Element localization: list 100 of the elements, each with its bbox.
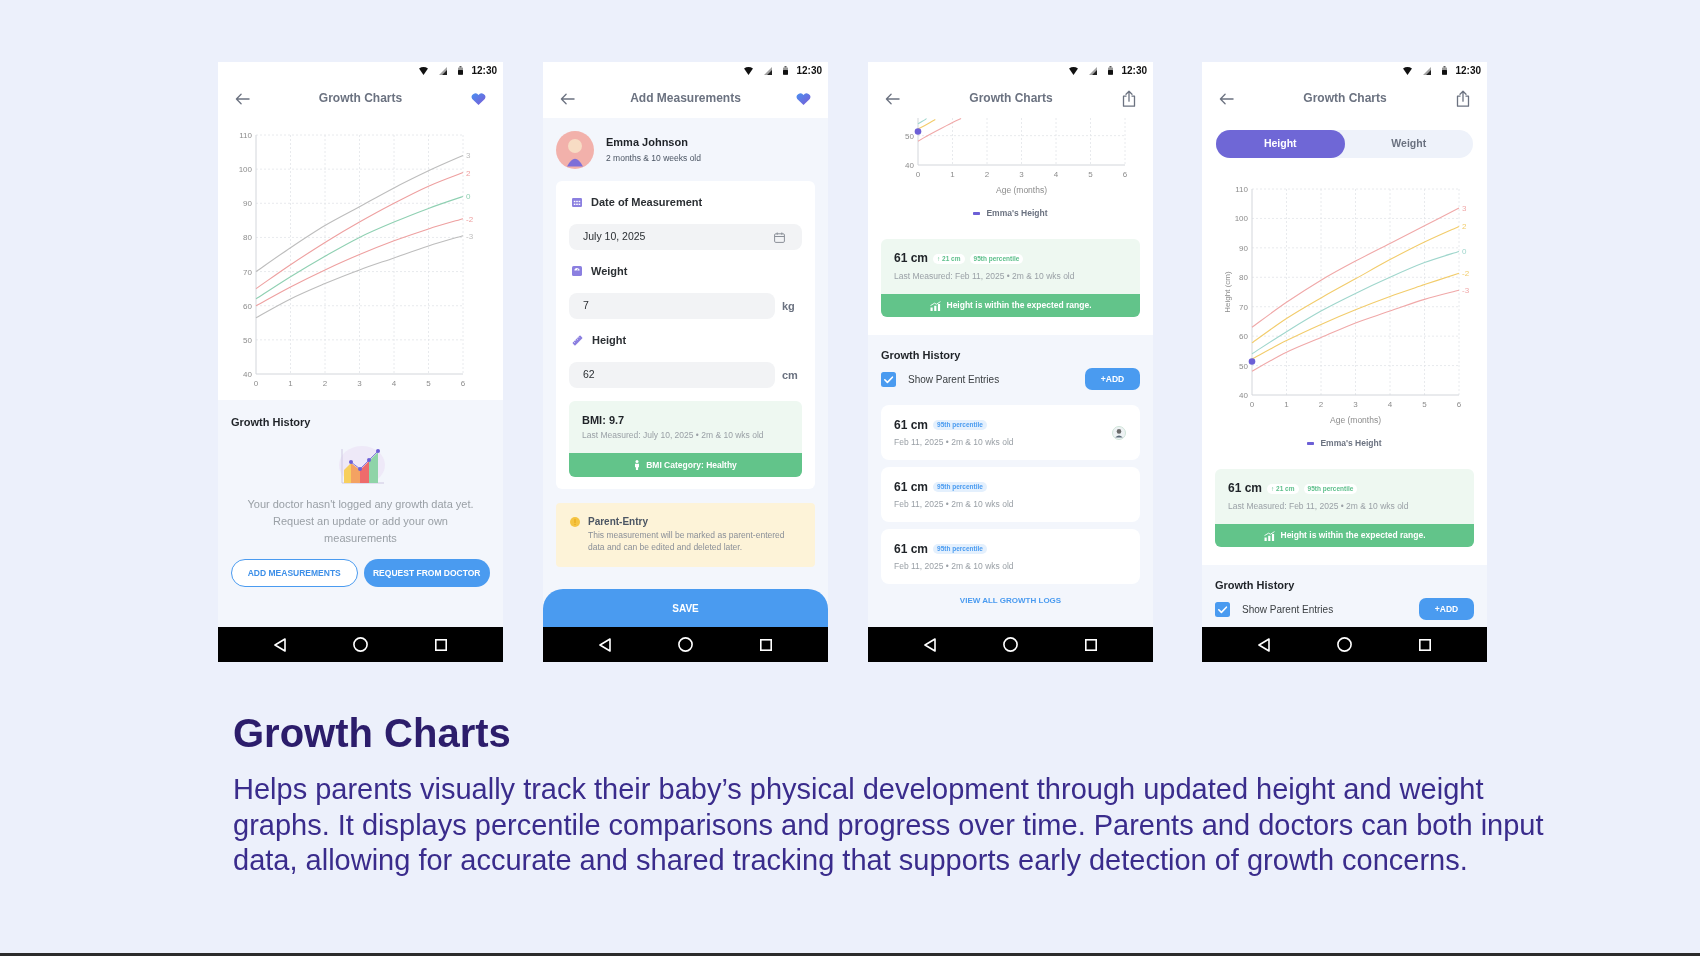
battery-icon [1108, 66, 1114, 75]
x-axis-label: 0 [1249, 400, 1255, 409]
back-icon[interactable] [1258, 637, 1270, 652]
y-axis-label: 110 [1235, 185, 1248, 194]
home-icon[interactable] [1003, 637, 1018, 652]
x-axis-label: 4 [391, 379, 397, 388]
y-axis-label: 100 [1234, 214, 1248, 224]
home-icon[interactable] [678, 637, 693, 652]
x-axis-label: 2 [1318, 400, 1324, 409]
back-icon[interactable] [599, 637, 611, 652]
measurement-value: 61 cm [894, 251, 929, 266]
y-axis-title: Height (cm) [1223, 271, 1232, 313]
notice-text: This measurement will be marked as parent-entered data and can be edited and deleted later. [588, 529, 786, 553]
x-axis-label: 1 [950, 170, 955, 179]
x-axis-label: 0 [253, 379, 259, 388]
person-icon [634, 460, 641, 470]
y-axis-label: 90 [243, 199, 252, 209]
primary-button[interactable]: REQUEST FROM DOCTOR [363, 559, 490, 587]
curve-label: 2 [1462, 222, 1467, 232]
status-time: 12:30 [471, 64, 497, 77]
entry-detail: Feb 11, 2025 • 2m & 10 wks old [894, 436, 1014, 448]
y-axis-label: 80 [243, 233, 252, 243]
legend-label: Emma's Height [986, 207, 1048, 219]
measurement-value: 61 cm [894, 417, 929, 433]
bar-chart-icon [929, 300, 941, 311]
recent-apps-icon[interactable] [1085, 638, 1097, 651]
back-arrow-icon[interactable] [1219, 92, 1234, 105]
notice-title: Parent-Entry [588, 515, 649, 529]
status-time: 12:30 [1455, 64, 1481, 77]
x-axis-title: Age (months) [1330, 415, 1381, 425]
y-axis-label: 70 [1239, 302, 1248, 312]
curve-label: 0 [466, 192, 471, 202]
x-axis-label: 1 [1284, 400, 1289, 409]
back-icon[interactable] [274, 637, 286, 652]
x-axis-label: 5 [1422, 400, 1427, 409]
measurement-detail: Last Measured: July 10, 2025 • 2m & 10 wks old [582, 430, 765, 441]
y-axis-label: 70 [243, 267, 252, 277]
date-field[interactable]: July 10, 2025 [569, 224, 802, 250]
x-axis-label: 3 [357, 379, 362, 388]
avatar [556, 131, 594, 169]
field-label: Date of Measurement [591, 195, 703, 209]
section-title: Growth History [881, 348, 962, 362]
number-field[interactable]: 7 [569, 293, 775, 319]
checkbox[interactable] [1215, 601, 1230, 617]
number-field[interactable]: 62 [569, 362, 775, 388]
home-icon[interactable] [353, 637, 368, 652]
x-axis-label: 4 [1387, 400, 1393, 409]
checkbox-label: Show Parent Entries [908, 372, 1000, 386]
y-axis-label: 40 [905, 161, 914, 170]
x-axis-label: 6 [1122, 170, 1128, 179]
measurement-detail: Last Measured: Feb 11, 2025 • 2m & 10 wks old [1228, 501, 1410, 512]
y-axis-label: 50 [905, 131, 914, 141]
tab[interactable]: Height [1216, 130, 1345, 158]
signal-icon [1089, 66, 1098, 75]
battery-icon [1442, 66, 1448, 75]
y-axis-label: 40 [1239, 391, 1248, 400]
add-button[interactable]: +ADD [1419, 598, 1474, 620]
view-all-link[interactable]: VIEW ALL GROWTH LOGS [959, 595, 1062, 607]
curve-label: 0 [1462, 247, 1467, 257]
wifi-icon [1069, 66, 1079, 75]
profile-age: 2 months & 10 weeks old [606, 153, 701, 164]
legend-label: Emma's Height [1320, 437, 1382, 449]
back-icon[interactable] [924, 637, 936, 652]
recent-apps-icon[interactable] [760, 638, 772, 651]
tab[interactable]: Weight [1344, 130, 1473, 158]
share-icon[interactable] [1456, 90, 1470, 107]
alert-icon [570, 517, 580, 527]
battery-icon [783, 66, 789, 75]
entry-detail: Feb 11, 2025 • 2m & 10 wks old [894, 498, 1014, 510]
save-button[interactable]: SAVE [543, 589, 828, 627]
share-icon[interactable] [1122, 90, 1136, 107]
status-text: Height is within the expected range. [1280, 530, 1426, 541]
signal-icon [1423, 66, 1432, 75]
screen-title: Growth Charts [1302, 91, 1388, 106]
outline-button[interactable]: ADD MEASUREMENTS [231, 559, 358, 587]
checkbox[interactable] [881, 371, 896, 387]
back-arrow-icon[interactable] [885, 92, 900, 105]
add-button[interactable]: +ADD [1085, 368, 1140, 390]
x-axis-label: 3 [1353, 400, 1358, 409]
screen-title: Growth Charts [317, 91, 404, 106]
profile-name: Emma Johnson [606, 136, 689, 149]
x-axis-label: 3 [1019, 170, 1024, 179]
x-axis-label: 6 [1456, 400, 1462, 409]
heart-icon[interactable] [471, 92, 486, 105]
section-title: Growth History [1215, 578, 1296, 592]
wifi-icon [744, 66, 754, 75]
home-icon[interactable] [1337, 637, 1352, 652]
x-axis-label: 5 [1088, 170, 1093, 179]
recent-apps-icon[interactable] [1419, 638, 1431, 651]
back-arrow-icon[interactable] [235, 92, 250, 105]
y-axis-label: 60 [1239, 332, 1248, 342]
heart-icon[interactable] [796, 92, 811, 105]
status-time: 12:30 [1121, 64, 1147, 77]
y-axis-label: 50 [243, 335, 252, 345]
signal-icon [439, 66, 448, 75]
curve-label: 3 [1462, 204, 1467, 214]
back-arrow-icon[interactable] [560, 92, 575, 105]
battery-icon [458, 66, 464, 75]
recent-apps-icon[interactable] [435, 638, 447, 651]
x-axis-label: 6 [460, 379, 466, 388]
